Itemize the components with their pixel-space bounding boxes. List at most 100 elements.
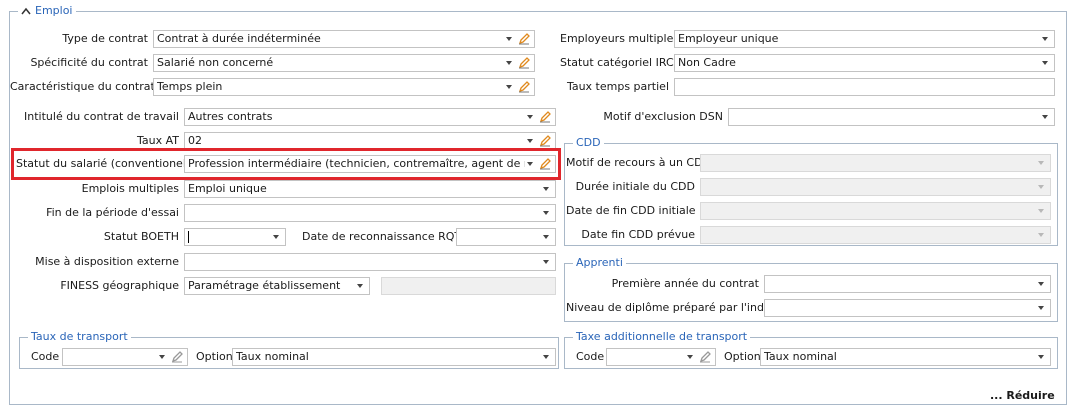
- statut-irc-value: Non Cadre: [678, 56, 736, 69]
- chevron-down-icon[interactable]: [506, 85, 512, 89]
- fin-periode-essai-label: Fin de la période d'essai: [46, 206, 179, 219]
- type-contrat-select[interactable]: Contrat à durée indéterminée: [153, 30, 535, 48]
- cdd-legend: CDD: [573, 136, 604, 150]
- finess-select[interactable]: Paramétrage établissement: [184, 277, 370, 295]
- taux-transport-option-select[interactable]: Taux nominal: [232, 348, 556, 366]
- statut-boeth-label: Statut BOETH: [103, 230, 179, 243]
- employeurs-multiples-label: Employeurs multiples: [560, 32, 680, 45]
- employeurs-multiples-select[interactable]: Employeur unique: [674, 30, 1055, 48]
- date-rqth-label: Date de reconnaissance RQTH: [302, 230, 470, 243]
- fin-periode-essai-select[interactable]: [184, 204, 556, 222]
- chevron-down-icon[interactable]: [1042, 37, 1048, 41]
- date-rqth-select[interactable]: [456, 228, 556, 246]
- taux-transport-option-value: Taux nominal: [236, 350, 309, 363]
- chevron-down-icon[interactable]: [1042, 115, 1048, 119]
- statut-salarie-select[interactable]: Profession intermédiaire (technicien, co…: [184, 155, 556, 173]
- date-fin-initiale-label: Date de fin CDD initiale: [566, 204, 696, 217]
- pencil-icon[interactable]: [518, 57, 530, 69]
- emplois-multiples-select[interactable]: Emploi unique: [184, 180, 556, 198]
- taux-at-value: 02: [188, 134, 202, 147]
- emploi-legend-text: Emploi: [35, 4, 73, 17]
- chevron-down-icon[interactable]: [527, 139, 533, 143]
- pencil-icon[interactable]: [171, 351, 183, 363]
- caracteristique-label: Caractéristique du contrat: [10, 80, 155, 93]
- employeurs-multiples-value: Employeur unique: [678, 32, 779, 45]
- chevron-down-icon[interactable]: [1038, 185, 1044, 189]
- mise-disposition-select[interactable]: [184, 253, 556, 271]
- taux-transport-option-label: Option: [196, 350, 233, 363]
- duree-initiale-select[interactable]: [700, 178, 1051, 196]
- premiere-annee-select[interactable]: [764, 275, 1051, 293]
- emplois-multiples-value: Emploi unique: [188, 182, 267, 195]
- specificite-label: Spécificité du contrat: [30, 56, 148, 69]
- pencil-icon[interactable]: [539, 135, 551, 147]
- chevron-down-icon[interactable]: [1038, 306, 1044, 310]
- taux-transport-code-label: Code: [31, 350, 60, 363]
- pencil-icon[interactable]: [699, 351, 711, 363]
- caracteristique-select[interactable]: Temps plein: [153, 78, 535, 96]
- taux-transport-code-select[interactable]: [62, 348, 188, 366]
- type-contrat-label: Type de contrat: [62, 32, 148, 45]
- pencil-icon[interactable]: [539, 111, 551, 123]
- chevron-down-icon[interactable]: [1038, 209, 1044, 213]
- chevron-down-icon[interactable]: [687, 355, 693, 359]
- taxe-transport-option-value: Taux nominal: [764, 350, 837, 363]
- date-fin-initiale-select[interactable]: [700, 202, 1051, 220]
- pencil-icon[interactable]: [539, 158, 551, 170]
- motif-recours-select[interactable]: [700, 154, 1051, 172]
- taxe-transport-option-label: Option: [724, 350, 761, 363]
- chevron-down-icon[interactable]: [543, 235, 549, 239]
- niveau-diplome-select[interactable]: [764, 299, 1051, 317]
- reduire-link[interactable]: ... Réduire: [990, 389, 1055, 402]
- motif-recours-label: Motif de recours à un CDD: [566, 156, 712, 169]
- apprenti-legend: Apprenti: [573, 256, 626, 270]
- chevron-down-icon[interactable]: [543, 211, 549, 215]
- chevron-down-icon[interactable]: [506, 37, 512, 41]
- statut-salarie-value: Profession intermédiaire (technicien, co…: [188, 157, 525, 170]
- chevron-up-icon[interactable]: [21, 7, 31, 15]
- taux-temps-partiel-input[interactable]: [674, 78, 1055, 96]
- taxe-transport-legend: Taxe additionnelle de transport: [573, 330, 751, 344]
- duree-initiale-label: Durée initiale du CDD: [575, 180, 695, 193]
- chevron-down-icon[interactable]: [527, 115, 533, 119]
- date-fin-prevue-select[interactable]: [700, 226, 1051, 244]
- type-contrat-value: Contrat à durée indéterminée: [157, 32, 321, 45]
- chevron-down-icon[interactable]: [543, 187, 549, 191]
- emploi-legend[interactable]: Emploi: [18, 4, 76, 18]
- chevron-down-icon[interactable]: [1038, 233, 1044, 237]
- chevron-down-icon[interactable]: [543, 355, 549, 359]
- niveau-diplome-label: Niveau de diplôme préparé par l'individu: [566, 301, 791, 314]
- statut-boeth-select[interactable]: [184, 228, 286, 246]
- intitule-select[interactable]: Autres contrats: [184, 108, 556, 126]
- finess-label: FINESS géographique: [60, 279, 179, 292]
- pencil-icon[interactable]: [518, 33, 530, 45]
- statut-irc-label: Statut catégoriel IRC: [560, 56, 674, 69]
- specificite-value: Salarié non concerné: [157, 56, 274, 69]
- intitule-label: Intitulé du contrat de travail: [24, 110, 179, 123]
- chevron-down-icon[interactable]: [1038, 282, 1044, 286]
- chevron-down-icon[interactable]: [1042, 61, 1048, 65]
- chevron-down-icon[interactable]: [159, 355, 165, 359]
- chevron-down-icon[interactable]: [543, 260, 549, 264]
- premiere-annee-label: Première année du contrat: [611, 277, 759, 290]
- date-fin-prevue-label: Date fin CDD prévue: [581, 228, 695, 241]
- chevron-down-icon[interactable]: [273, 235, 279, 239]
- taux-transport-legend: Taux de transport: [28, 330, 131, 344]
- taxe-transport-code-label: Code: [576, 350, 605, 363]
- chevron-down-icon[interactable]: [506, 61, 512, 65]
- chevron-down-icon[interactable]: [1038, 355, 1044, 359]
- motif-exclusion-label: Motif d'exclusion DSN: [603, 110, 723, 123]
- emplois-multiples-label: Emplois multiples: [81, 182, 179, 195]
- specificite-select[interactable]: Salarié non concerné: [153, 54, 535, 72]
- chevron-down-icon[interactable]: [527, 162, 533, 166]
- statut-irc-select[interactable]: Non Cadre: [674, 54, 1055, 72]
- finess-detail-field: [381, 277, 556, 295]
- text-cursor: [188, 231, 189, 243]
- motif-exclusion-select[interactable]: [728, 108, 1055, 126]
- chevron-down-icon[interactable]: [1038, 161, 1044, 165]
- taxe-transport-option-select[interactable]: Taux nominal: [760, 348, 1051, 366]
- taux-temps-partiel-label: Taux temps partiel: [566, 80, 669, 93]
- taxe-transport-code-select[interactable]: [606, 348, 716, 366]
- pencil-icon[interactable]: [518, 81, 530, 93]
- chevron-down-icon[interactable]: [357, 284, 363, 288]
